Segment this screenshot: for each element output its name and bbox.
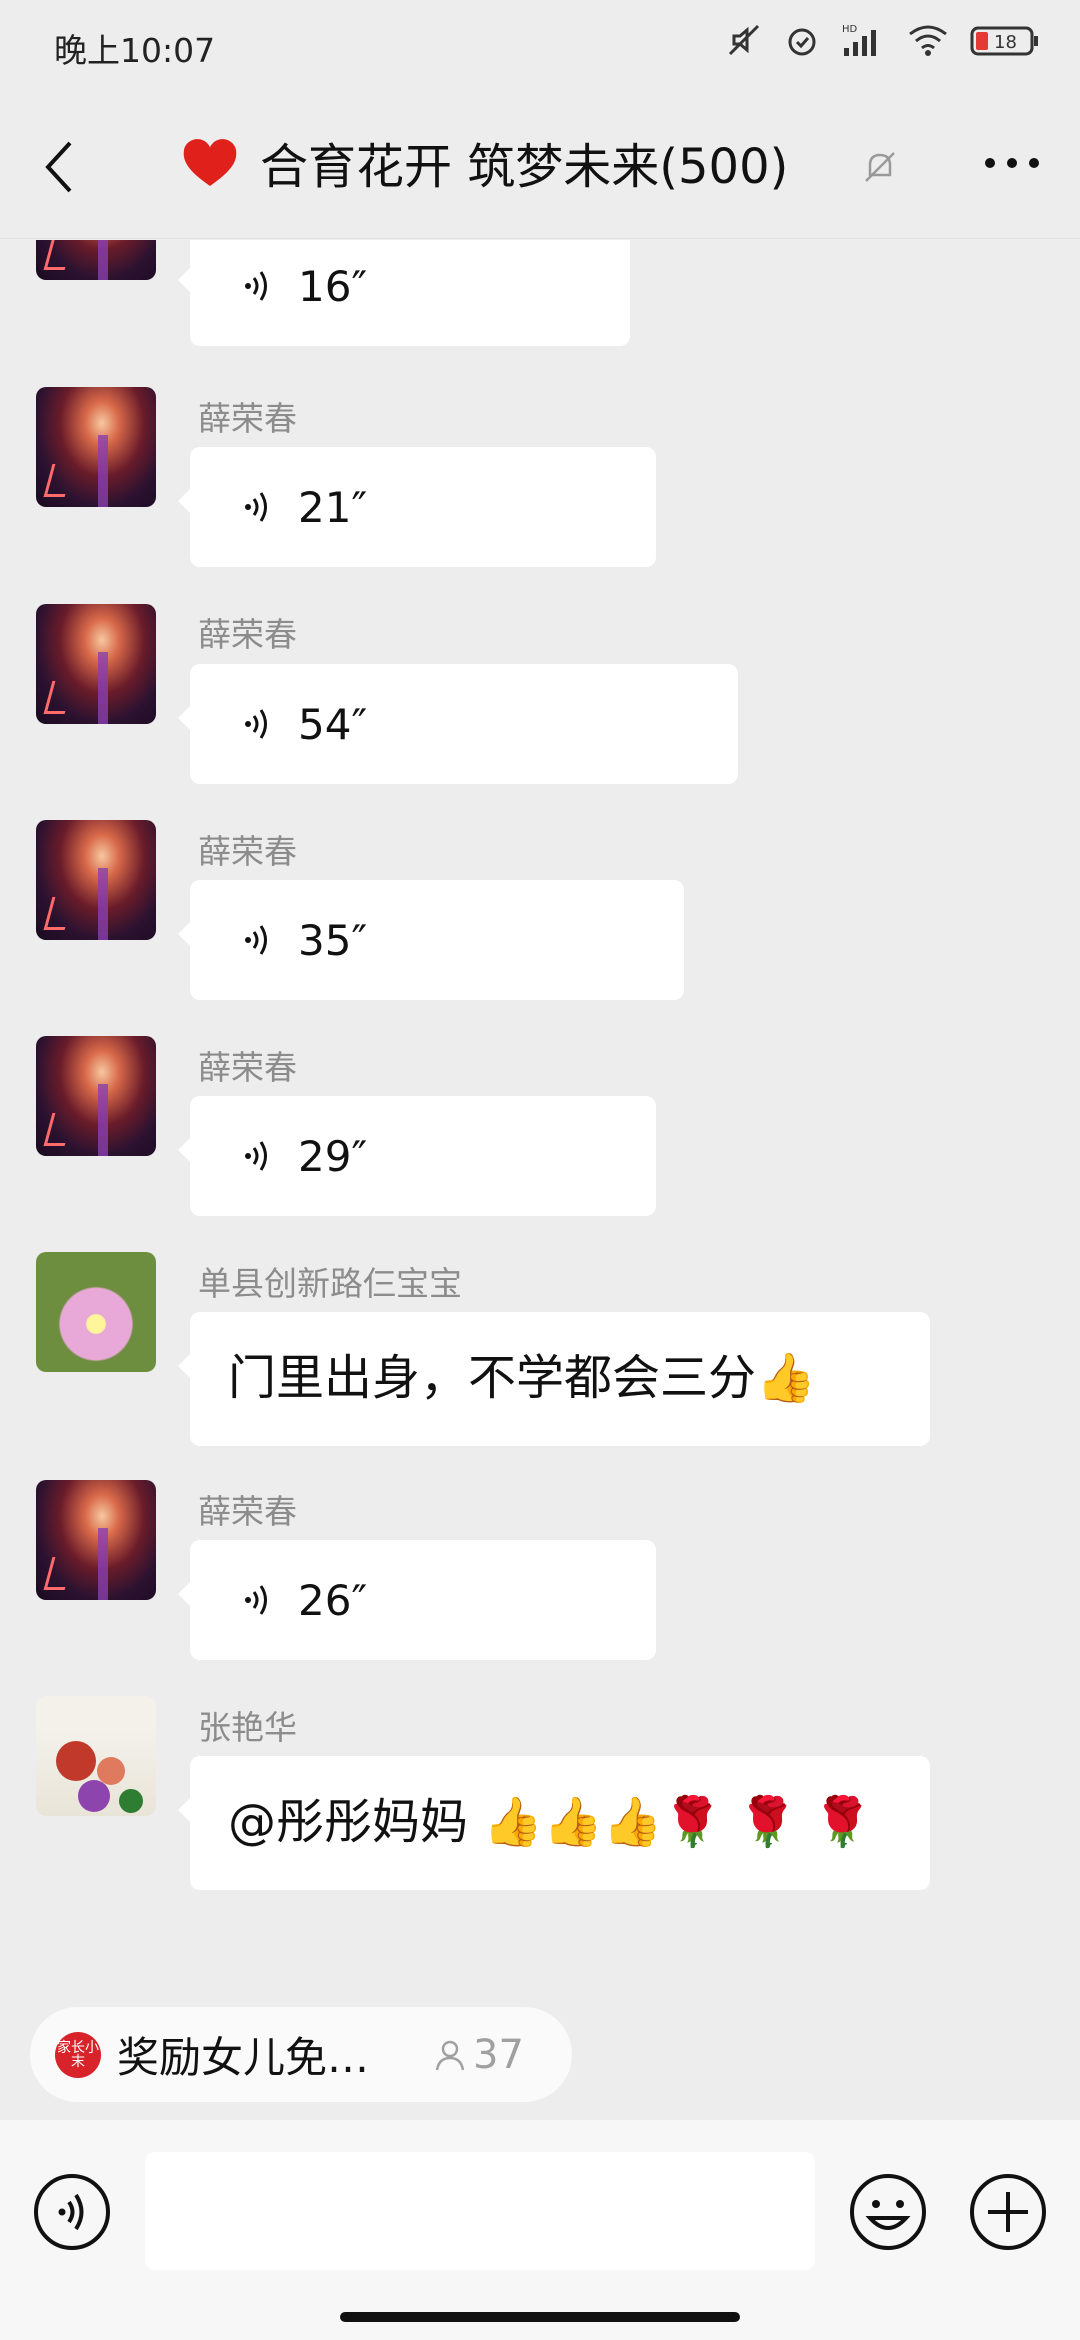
message-text: @彤彤妈妈 👍👍👍🌹 🌹 🌹 [228, 1794, 873, 1850]
heart-icon [183, 139, 237, 186]
voice-duration: 16″ [298, 261, 368, 311]
sender-name: 单县创新路仨宝宝 [198, 1264, 462, 1303]
participant-count-text: 37 [473, 2031, 524, 2078]
voice-wave-icon [245, 1141, 267, 1171]
sender-name: 张艳华 [198, 1708, 297, 1747]
wifi-icon [909, 25, 947, 56]
bell-off-icon [865, 152, 895, 182]
person-icon [435, 2040, 465, 2070]
avatar[interactable] [36, 604, 156, 724]
alarm-icon [788, 28, 816, 56]
mute-icon [728, 24, 760, 56]
message-text: 门里出身，不学都会三分👍 [228, 1350, 816, 1406]
voice-wave-icon [245, 925, 267, 955]
sender-name: 薛荣春 [198, 832, 297, 871]
avatar[interactable] [36, 1036, 156, 1156]
avatar[interactable] [36, 240, 156, 280]
voice-duration: 35″ [298, 915, 368, 965]
chevron-left-icon[interactable] [40, 137, 80, 197]
chat-list[interactable]: 16″ 薛荣春 21″ 薛荣春 54″ 薛荣春 35″ 薛荣春 29″ 单县创新… [0, 240, 1080, 1982]
emoji-icon[interactable] [848, 2172, 928, 2252]
signal-icon: HD [842, 24, 876, 56]
svg-text:18: 18 [994, 32, 1017, 53]
voice-wave-icon [245, 492, 267, 522]
avatar[interactable] [36, 1252, 156, 1372]
voice-wave-icon [245, 271, 267, 301]
message-input[interactable] [145, 2152, 815, 2270]
participant-count: 37 [433, 2032, 524, 2078]
status-icons: HD 18 [726, 22, 1040, 58]
status-bar: 晚上10:07 HD 18 [0, 0, 1080, 95]
voice-duration: 21″ [298, 482, 368, 532]
mini-program-title: 奖励女儿免… [117, 2033, 370, 2082]
sender-name: 薛荣春 [198, 399, 297, 438]
voice-input-icon[interactable] [32, 2172, 112, 2252]
home-indicator[interactable] [340, 2312, 740, 2322]
voice-message[interactable]: 54″ [178, 664, 738, 784]
voice-duration: 29″ [298, 1131, 368, 1181]
chat-title-text: 合育花开 筑梦未来(500) [260, 139, 789, 195]
mini-program-chip[interactable]: 家长小末 奖励女儿免… 37 [30, 2007, 572, 2102]
more-dots-icon[interactable] [982, 155, 1042, 171]
chat-title: 合育花开 筑梦未来(500) [180, 127, 788, 197]
text-message[interactable]: 门里出身，不学都会三分👍 [178, 1312, 930, 1446]
voice-message[interactable]: 26″ [178, 1540, 656, 1660]
input-bar [0, 2120, 1080, 2340]
voice-wave-icon [245, 1585, 267, 1615]
sender-name: 薛荣春 [198, 1492, 297, 1531]
sender-name: 薛荣春 [198, 1048, 297, 1087]
svg-text:HD: HD [842, 24, 858, 35]
voice-message[interactable]: 16″ [178, 240, 630, 346]
sender-name: 薛荣春 [198, 615, 297, 654]
chat-header: 合育花开 筑梦未来(500) [0, 95, 1080, 239]
voice-duration: 26″ [298, 1575, 368, 1625]
voice-message[interactable]: 35″ [178, 880, 684, 1000]
text-message[interactable]: @彤彤妈妈 👍👍👍🌹 🌹 🌹 [178, 1756, 930, 1890]
voice-wave-icon [245, 709, 267, 739]
avatar[interactable] [36, 1480, 156, 1600]
plus-icon[interactable] [968, 2172, 1048, 2252]
status-time: 晚上10:07 [54, 31, 216, 70]
avatar[interactable] [36, 1696, 156, 1816]
avatar[interactable] [36, 387, 156, 507]
voice-message[interactable]: 29″ [178, 1096, 656, 1216]
avatar[interactable] [36, 820, 156, 940]
app-logo: 家长小末 [55, 2031, 101, 2078]
battery-icon: 18 [970, 26, 1038, 56]
voice-duration: 54″ [298, 699, 368, 749]
voice-message[interactable]: 21″ [178, 447, 656, 567]
